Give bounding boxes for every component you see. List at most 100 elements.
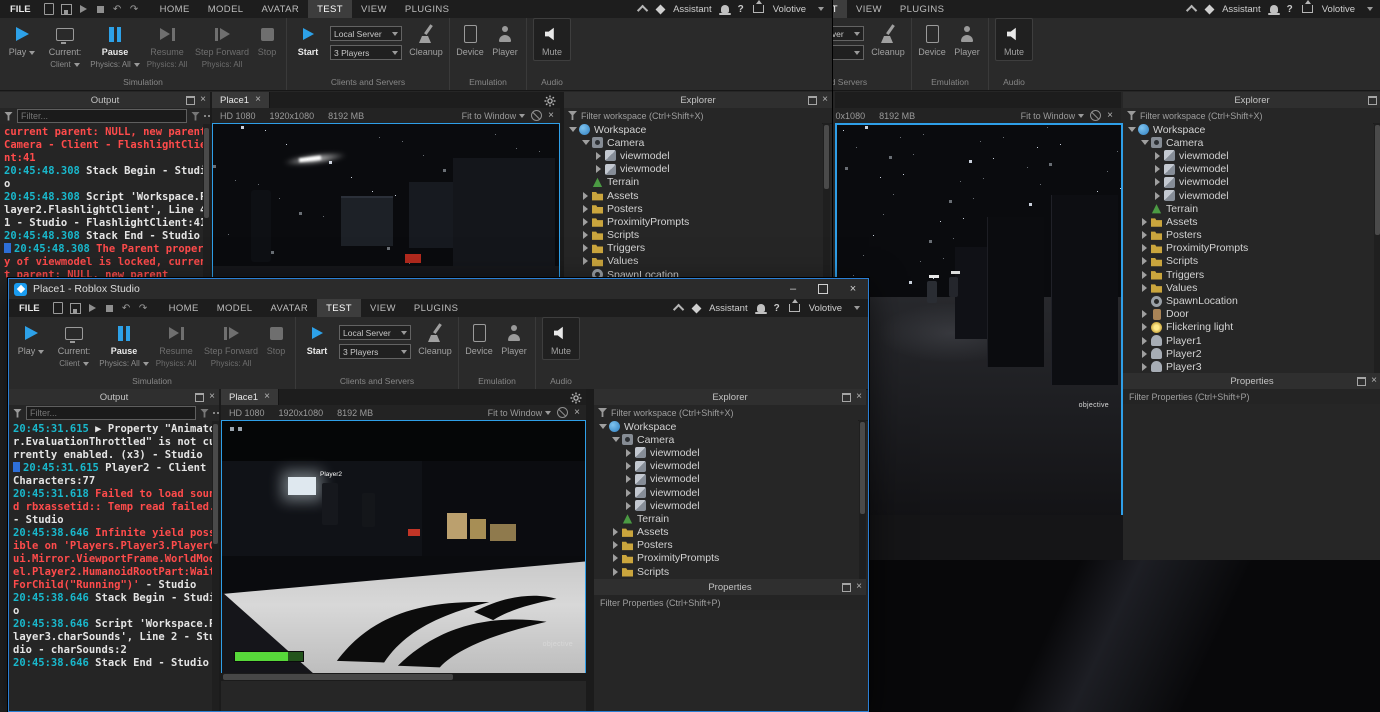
expand-arrow-icon[interactable] <box>1140 362 1149 371</box>
game-viewport[interactable]: Player2 objective <box>221 420 586 675</box>
document-tab-place1[interactable]: Place1 × <box>212 92 270 108</box>
tree-item[interactable]: viewmodel <box>564 163 822 176</box>
ribbon-tab-plugins[interactable]: PLUGINS <box>405 299 468 317</box>
tree-item[interactable]: Player1 <box>1123 334 1373 347</box>
cleanup-button[interactable]: Cleanup <box>406 18 446 57</box>
explorer-scrollbar[interactable] <box>1374 123 1380 373</box>
device-button[interactable]: Device <box>462 317 496 356</box>
close-button[interactable]: × <box>838 279 868 299</box>
close-panel-icon[interactable]: × <box>822 95 828 105</box>
collapse-arrow-icon[interactable] <box>581 138 590 147</box>
tree-item[interactable]: Terrain <box>1123 202 1373 215</box>
step-forward-physics-button[interactable]: Step Forward Physics: All <box>202 317 260 368</box>
scrollbar-thumb[interactable] <box>1375 125 1380 235</box>
play-button[interactable]: Play <box>12 317 50 356</box>
expand-arrow-icon[interactable] <box>1140 349 1149 358</box>
float-panel-icon[interactable] <box>842 393 851 402</box>
undo-icon[interactable]: ↶ <box>109 1 126 17</box>
tree-item[interactable]: Scripts <box>594 565 858 578</box>
tree-item[interactable]: Camera <box>594 433 858 446</box>
account-name[interactable]: Volotive <box>1322 4 1355 15</box>
stop-button[interactable]: Stop <box>251 18 283 57</box>
pause-physics-button[interactable]: Pause Physics: All <box>98 317 150 368</box>
explorer-tree[interactable]: WorkspaceCameraviewmodelviewmodelviewmod… <box>1123 123 1373 373</box>
share-icon[interactable] <box>1302 5 1313 13</box>
collapse-arrow-icon[interactable] <box>611 435 620 444</box>
tree-item[interactable]: Camera <box>1123 136 1373 149</box>
share-icon[interactable] <box>789 304 800 312</box>
close-panel-icon[interactable]: × <box>209 392 215 402</box>
help-icon[interactable]: ? <box>738 4 744 15</box>
ribbon-tab-view[interactable]: VIEW <box>847 0 891 18</box>
panel-splitter[interactable] <box>586 389 594 711</box>
filter-type-icon[interactable] <box>191 112 200 121</box>
expand-arrow-icon[interactable] <box>581 244 590 253</box>
expand-arrow-icon[interactable] <box>611 528 620 537</box>
expand-arrow-icon[interactable] <box>594 151 603 160</box>
close-viewport-icon[interactable]: × <box>1107 111 1113 121</box>
expand-arrow-icon[interactable] <box>581 191 590 200</box>
ribbon-tab-home[interactable]: HOME <box>151 0 199 18</box>
expand-arrow-icon[interactable] <box>1153 151 1162 160</box>
help-icon[interactable]: ? <box>1287 4 1293 15</box>
tree-item[interactable]: Scripts <box>564 229 822 242</box>
expand-arrow-icon[interactable] <box>624 501 633 510</box>
output-filter-input[interactable] <box>17 109 187 123</box>
tree-item[interactable]: Scripts <box>1123 255 1373 268</box>
tree-item[interactable]: SpawnLocation <box>1123 294 1373 307</box>
title-bar[interactable]: Place1 - Roblox Studio – × <box>9 279 868 300</box>
save-icon[interactable] <box>58 1 75 17</box>
player-emulation-button[interactable]: Player <box>487 18 523 57</box>
current-client-button[interactable]: Current: Client <box>50 317 98 368</box>
tree-item[interactable]: Assets <box>594 526 858 539</box>
tree-item[interactable]: Values <box>564 255 822 268</box>
expand-arrow-icon[interactable] <box>1140 336 1149 345</box>
tree-item[interactable]: Workspace <box>1123 123 1373 136</box>
fit-to-window-dropdown[interactable]: Fit to Window <box>462 111 526 121</box>
tree-item[interactable]: viewmodel <box>594 499 858 512</box>
tree-item[interactable]: viewmodel <box>594 473 858 486</box>
expand-arrow-icon[interactable] <box>624 448 633 457</box>
disable-overlay-icon[interactable] <box>557 407 568 418</box>
expand-arrow-icon[interactable] <box>1140 323 1149 332</box>
ribbon-tab-home[interactable]: HOME <box>160 299 208 317</box>
pause-physics-button[interactable]: Pause Physics: All <box>89 18 141 69</box>
expand-arrow-icon[interactable] <box>611 567 620 576</box>
expand-arrow-icon[interactable] <box>624 462 633 471</box>
ribbon-tab-plugins[interactable]: PLUGINS <box>891 0 954 18</box>
tree-item[interactable]: Terrain <box>594 512 858 525</box>
gear-icon[interactable] <box>570 392 582 404</box>
tree-item[interactable]: viewmodel <box>594 486 858 499</box>
close-viewport-icon[interactable]: × <box>574 408 580 418</box>
disable-overlay-icon[interactable] <box>531 110 542 121</box>
filter-funnel-icon[interactable] <box>13 409 22 418</box>
tree-item[interactable]: Posters <box>564 202 822 215</box>
explorer-filter-row[interactable]: Filter workspace (Ctrl+Shift+X) <box>564 108 832 124</box>
properties-filter-row[interactable]: Filter Properties (Ctrl+Shift+P) <box>594 595 866 611</box>
fit-to-window-dropdown[interactable]: Fit to Window <box>488 408 552 418</box>
notifications-bell-icon[interactable] <box>757 304 765 312</box>
stop-button[interactable]: Stop <box>260 317 292 356</box>
server-type-dropdown[interactable]: Local Server <box>833 26 864 41</box>
tree-item[interactable]: Terrain <box>564 176 822 189</box>
assistant-button[interactable]: Assistant <box>709 303 748 314</box>
scrollbar-thumb[interactable] <box>204 128 209 218</box>
tree-item[interactable]: Triggers <box>564 242 822 255</box>
maximize-button[interactable] <box>808 279 838 299</box>
play-quick-icon[interactable] <box>84 300 101 316</box>
expand-arrow-icon[interactable] <box>1140 310 1149 319</box>
expand-arrow-icon[interactable] <box>1140 270 1149 279</box>
filter-funnel-icon[interactable] <box>4 112 13 121</box>
server-type-dropdown[interactable]: Local Server <box>339 325 411 340</box>
mute-button[interactable]: Mute <box>542 317 580 360</box>
file-menu-button[interactable]: FILE <box>0 0 41 18</box>
player-emulation-button[interactable]: Player <box>949 18 985 57</box>
assistant-button[interactable]: Assistant <box>673 4 712 15</box>
resume-physics-button[interactable]: Resume Physics: All <box>150 317 202 368</box>
expand-arrow-icon[interactable] <box>594 165 603 174</box>
expand-arrow-icon[interactable] <box>581 257 590 266</box>
play-quick-icon[interactable] <box>75 1 92 17</box>
expand-arrow-icon[interactable] <box>1140 283 1149 292</box>
output-scrollbar[interactable] <box>212 421 219 711</box>
share-icon[interactable] <box>753 5 764 13</box>
